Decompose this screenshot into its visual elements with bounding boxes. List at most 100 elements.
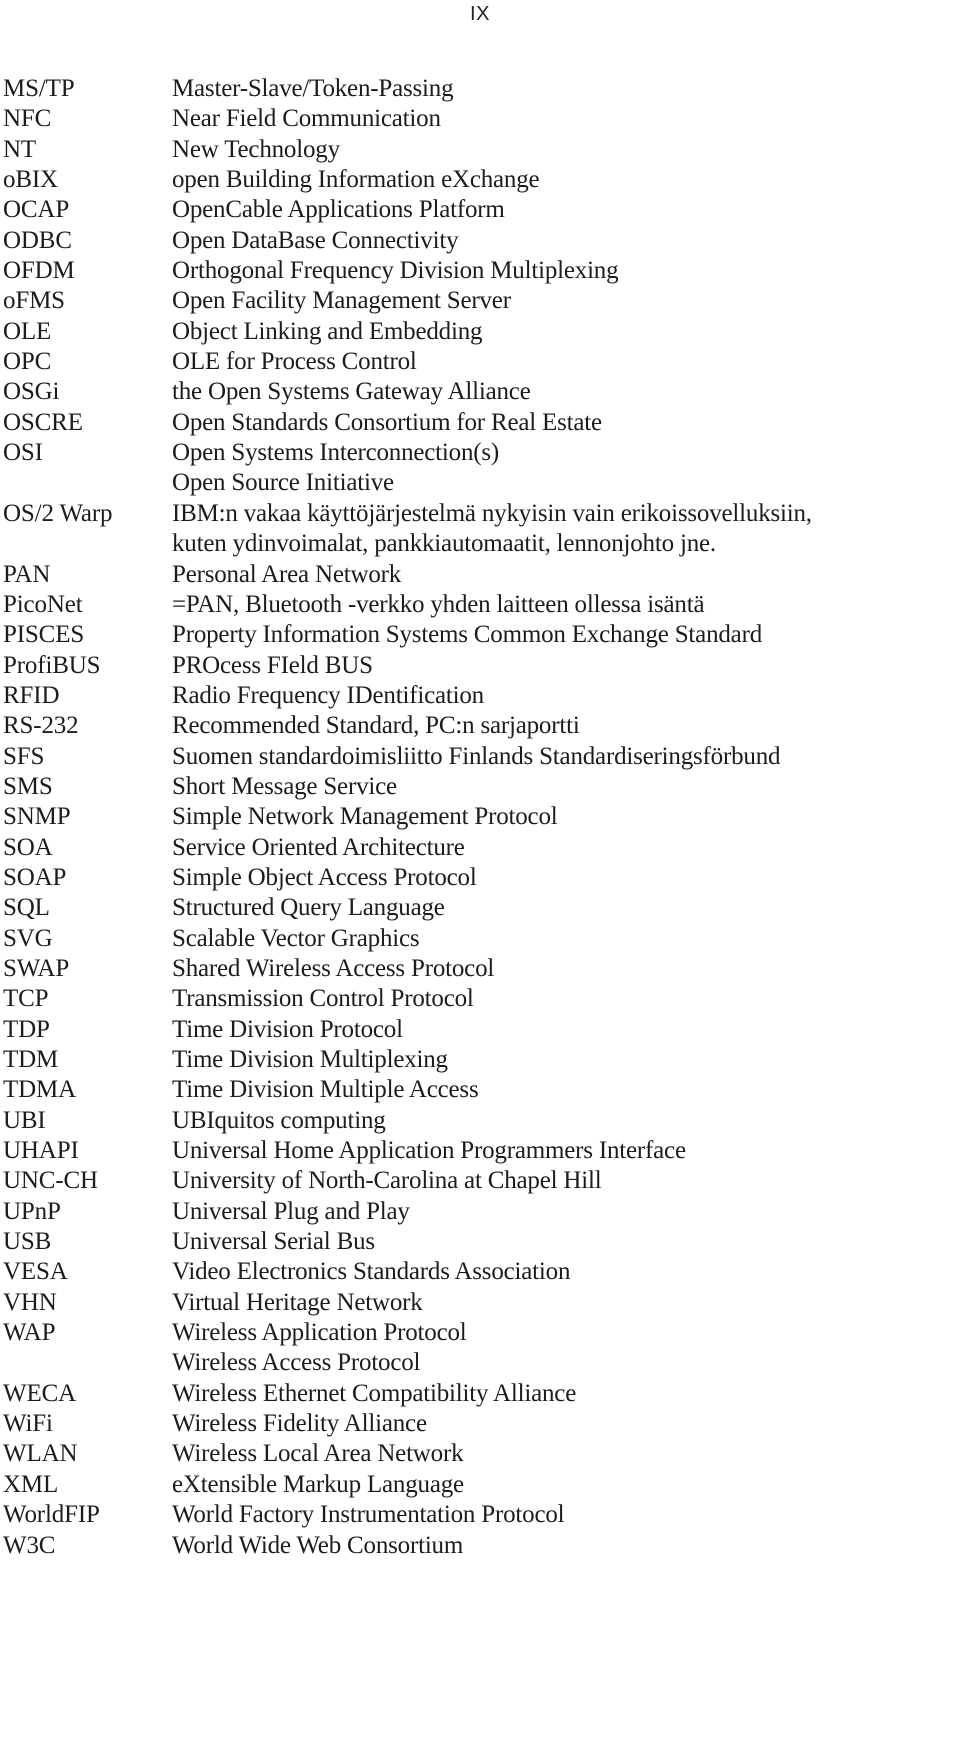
abbreviation-term: OLE (3, 317, 52, 345)
abbreviation-row: WECA Wireless Ethernet Compatibility Alli… (0, 1379, 960, 1409)
abbreviation-term: ProfiBUS (3, 651, 101, 679)
abbreviation-definition: Universal Home Application Programmers I… (172, 1137, 686, 1165)
abbreviation-definition: Virtual Heritage Network (172, 1288, 423, 1316)
abbreviation-term: WECA (3, 1379, 76, 1407)
abbreviation-term: OSCRE (3, 408, 83, 436)
abbreviation-definition: New Technology (172, 135, 340, 163)
abbreviation-row: SFS Suomen standardoimisliitto Finlands S… (0, 742, 960, 772)
abbreviation-row: SOA Service Oriented Architecture (0, 833, 960, 863)
abbreviation-term: UPnP (3, 1197, 61, 1225)
abbreviation-term: SOAP (3, 863, 67, 891)
abbreviation-definition: Structured Query Language (172, 894, 445, 922)
abbreviation-row: WAP Wireless Application Protocol (0, 1318, 960, 1348)
abbreviation-definition: Time Division Multiplexing (172, 1046, 448, 1073)
abbreviation-row: RFID Radio Frequency IDentification (0, 681, 960, 711)
abbreviation-row: WiFi Wireless Fidelity Alliance (0, 1409, 960, 1439)
abbreviation-definition: Near Field Communication (172, 105, 441, 133)
abbreviation-row: SOAP Simple Object Access Protocol (0, 863, 960, 893)
abbreviation-definition: Suomen standardoimisliitto Finlands Stan… (172, 742, 781, 770)
abbreviation-definition: Wireless Ethernet Compatibility Alliance (172, 1379, 577, 1407)
abbreviation-definition: Simple Object Access Protocol (172, 863, 477, 891)
abbreviation-term: UHAPI (3, 1137, 79, 1165)
abbreviation-row: WorldFIP World Factory Instrumentation Pr… (0, 1500, 960, 1530)
abbreviation-row: OSGi the Open Systems Gateway Alliance (0, 377, 960, 407)
abbreviation-row: SQL Structured Query Language (0, 893, 960, 923)
abbreviations-list: MS/TP Master-Slave/Token-Passing NFC Near F… (0, 74, 960, 1561)
abbreviation-term: TDP (3, 1015, 50, 1043)
abbreviation-definition: Time Division Multiple Access (172, 1076, 479, 1104)
abbreviation-term: OFDM (3, 257, 75, 285)
abbreviation-term: ODBC (3, 226, 72, 254)
abbreviation-definition: Open DataBase Connectivity (172, 226, 459, 254)
abbreviation-definition: Radio Frequency IDentification (172, 681, 484, 709)
abbreviation-row: VHN Virtual Heritage Network (0, 1288, 960, 1318)
abbreviation-term: PISCES (3, 621, 85, 649)
abbreviation-row: NFC Near Field Communication (0, 104, 960, 134)
abbreviation-row: UPnP Universal Plug and Play (0, 1197, 960, 1227)
abbreviation-term: SVG (3, 924, 53, 952)
abbreviation-row: USB Universal Serial Bus (0, 1227, 960, 1257)
abbreviation-row: RS-232 Recommended Standard, PC:n sarjapo… (0, 711, 960, 741)
abbreviation-row: oBIX open Building Information eXchange (0, 165, 960, 195)
abbreviation-row: OS/2 Warp IBM:n vakaa käyttöjärjestelmä n… (0, 499, 960, 529)
abbreviation-definition: UBIquitos computing (172, 1106, 386, 1134)
abbreviation-term: VHN (3, 1288, 57, 1316)
abbreviation-row: TDM Time Division Multiplexing (0, 1045, 960, 1075)
abbreviation-term: SNMP (3, 803, 71, 831)
abbreviation-definition: World Wide Web Consortium (172, 1531, 464, 1559)
abbreviation-row: SMS Short Message Service (0, 772, 960, 802)
abbreviation-row: SNMP Simple Network Management Protocol (0, 802, 960, 832)
abbreviation-definition: Service Oriented Architecture (172, 833, 465, 861)
abbreviation-term: TDM (3, 1046, 59, 1073)
abbreviation-term: USB (3, 1228, 52, 1256)
abbreviation-term: UNC-CH (3, 1167, 98, 1195)
abbreviation-definition: Master-Slave/Token-Passing (172, 75, 454, 102)
abbreviation-term: SWAP (3, 954, 70, 982)
abbreviation-definition: Time Division Protocol (172, 1015, 403, 1043)
abbreviation-term: NT (3, 135, 37, 163)
abbreviation-row: XML eXtensible Markup Language (0, 1470, 960, 1500)
abbreviation-term: WiFi (3, 1410, 53, 1438)
abbreviation-definition: eXtensible Markup Language (172, 1470, 464, 1498)
abbreviation-row: PAN Personal Area Network (0, 560, 960, 590)
abbreviation-definition: Wireless Local Area Network (172, 1440, 464, 1468)
abbreviation-definition: Wireless Access Protocol (172, 1349, 421, 1377)
abbreviation-term: OPC (3, 348, 52, 376)
abbreviation-term: PAN (3, 560, 51, 588)
abbreviation-definition: =PAN, Bluetooth -verkko yhden laitteen o… (172, 590, 705, 618)
abbreviation-row: TDMA Time Division Multiple Access (0, 1075, 960, 1105)
abbreviation-row: MS/TP Master-Slave/Token-Passing (0, 74, 960, 104)
abbreviation-definition: Shared Wireless Access Protocol (172, 954, 495, 982)
abbreviation-row: UNC-CH University of North-Carolina at Ch… (0, 1166, 960, 1196)
abbreviation-row: ProfiBUS PROcess FIeld BUS (0, 651, 960, 681)
abbreviation-term: XML (3, 1470, 59, 1498)
abbreviation-term: RFID (3, 681, 60, 709)
abbreviation-definition: kuten ydinvoimalat, pankkiautomaatit, le… (172, 530, 716, 558)
abbreviation-definition: IBM:n vakaa käyttöjärjestelmä nykyisin v… (172, 499, 812, 527)
page-number: IX (470, 3, 490, 25)
abbreviation-row: UBI UBIquitos computing (0, 1106, 960, 1136)
abbreviation-row: NT New Technology (0, 135, 960, 165)
abbreviation-term: OSGi (3, 378, 60, 406)
abbreviation-row: PicoNet =PAN, Bluetooth -verkko yhden lai… (0, 590, 960, 620)
abbreviation-term: UBI (3, 1106, 46, 1134)
abbreviation-row: OSCRE Open Standards Consortium for Real … (0, 408, 960, 438)
abbreviation-row: OCAP OpenCable Applications Platform (0, 195, 960, 225)
abbreviation-row: OPC OLE for Process Control (0, 347, 960, 377)
abbreviation-definition: World Factory Instrumentation Protocol (172, 1501, 565, 1529)
abbreviation-definition: Universal Plug and Play (172, 1197, 410, 1225)
abbreviation-term: PicoNet (3, 590, 83, 618)
abbreviation-definition: Personal Area Network (172, 560, 402, 588)
abbreviation-row: TDP Time Division Protocol (0, 1015, 960, 1045)
abbreviation-definition: Recommended Standard, PC:n sarjaportti (172, 712, 580, 740)
abbreviation-term: oBIX (3, 166, 58, 194)
abbreviation-term: SFS (3, 742, 45, 770)
abbreviation-term: NFC (3, 105, 52, 133)
abbreviation-row: OSI Open Systems Interconnection(s) (0, 438, 960, 468)
abbreviation-definition: Video Electronics Standards Association (172, 1258, 571, 1286)
abbreviation-definition: Open Standards Consortium for Real Estat… (172, 408, 602, 436)
abbreviation-definition: open Building Information eXchange (172, 166, 540, 194)
abbreviation-term: VESA (3, 1258, 68, 1286)
abbreviation-continuation-row: Wireless Access Protocol (0, 1348, 960, 1378)
abbreviation-definition: Universal Serial Bus (172, 1228, 375, 1256)
